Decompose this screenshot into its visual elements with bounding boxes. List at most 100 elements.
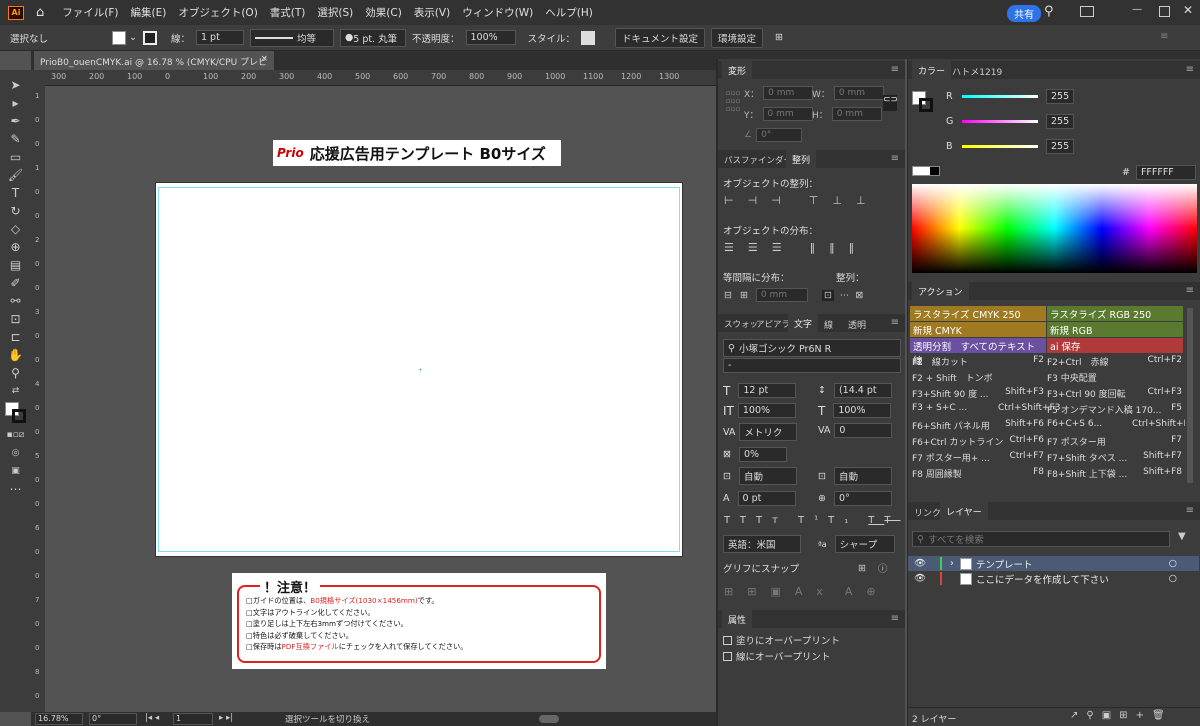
panel-menu-icon[interactable]: ≡ [1186, 285, 1194, 296]
snap-xheight-icon[interactable]: ⊞ [747, 585, 770, 598]
menu-type[interactable]: 書式(T) [270, 5, 306, 20]
vertical-scale-field[interactable]: 100% [737, 403, 796, 418]
align-left-icon[interactable]: ⊢ [724, 194, 748, 207]
w-field[interactable]: 0 mm [833, 86, 884, 100]
snap-angular-icon[interactable]: A [845, 585, 867, 598]
action-name[interactable]: F3 + S+C ... [912, 403, 967, 413]
first-page-icon[interactable]: |◂ ◂ [145, 713, 159, 723]
spacing-field[interactable]: 0 mm [755, 288, 808, 302]
x-field[interactable]: 0 mm [763, 86, 814, 100]
paintbrush-tool-icon[interactable]: 🖌 [0, 166, 31, 184]
font-family-select[interactable]: ⚲ 小塚ゴシック Pr6N R [723, 339, 901, 357]
tab-color[interactable]: カラー [912, 61, 952, 79]
screen-mode-icon[interactable]: ▣ [0, 462, 31, 480]
action-name[interactable]: F2 + Shift トンボ [912, 371, 993, 384]
new-layer-icon[interactable]: + [1136, 710, 1152, 721]
action-item[interactable]: 新規 RGB [1047, 322, 1183, 337]
align-hcenter-icon[interactable]: ⊣ [748, 194, 772, 207]
horizontal-scale-field[interactable]: 100% [833, 403, 892, 418]
kerning-field[interactable]: メトリク [739, 423, 798, 441]
tab-links[interactable]: リンク [914, 506, 941, 519]
action-item[interactable]: 新規 CMYK [910, 322, 1046, 337]
tab-actions[interactable]: アクション [912, 282, 969, 300]
menu-select[interactable]: 選択(S) [317, 5, 353, 20]
h-field[interactable]: 0 mm [831, 107, 882, 121]
arrange-icon[interactable] [1080, 6, 1094, 17]
snap-proximity-icon[interactable]: Ax [795, 585, 837, 598]
trash-icon[interactable]: 🗑 [1152, 710, 1173, 721]
layers-search-input[interactable]: ⚲ すべてを検索 [912, 531, 1170, 547]
next-page-icon[interactable]: ▸ ▸| [219, 713, 233, 723]
r-slider[interactable] [962, 95, 1038, 98]
visibility-eye-icon[interactable]: 👁 [908, 573, 932, 584]
tsume-field[interactable]: 0% [738, 447, 787, 462]
none-white-black-swatches[interactable] [912, 166, 940, 176]
new-sublayer-icon[interactable]: ⊞ [1119, 710, 1135, 721]
target-circle-icon[interactable]: ○ [1169, 573, 1177, 584]
hex-field[interactable]: FFFFFF [1135, 165, 1196, 180]
home-icon[interactable]: ⌂ [36, 5, 44, 20]
tab-appearance[interactable]: アピアラ [756, 318, 790, 330]
tab-swatch-library[interactable]: ハトメ1219 [952, 65, 1002, 78]
panel-menu-icon[interactable]: ≡ [1186, 505, 1194, 516]
distribute-hcenter-icon[interactable]: ‖ [829, 241, 849, 254]
zoom-field[interactable]: 16.78% [35, 713, 83, 725]
align-to-key-icon[interactable]: ⋯ [840, 290, 850, 301]
distribute-vspace-icon[interactable]: ⊟ [724, 290, 732, 301]
action-name[interactable]: F8+Shift 上下袋 ... [1047, 467, 1127, 480]
stroke-weight-field[interactable]: 1 pt [195, 30, 244, 45]
angle-field[interactable]: 0° [756, 128, 803, 142]
action-name[interactable]: F6+Ctrl カットライン [912, 435, 1003, 448]
tab-attributes[interactable]: 属性 [722, 610, 753, 628]
align-bottom-icon[interactable]: ⊥ [856, 194, 880, 207]
fill-overprint-checkbox[interactable] [723, 635, 732, 645]
action-item[interactable]: ラスタライズ CMYK 250 [910, 306, 1046, 321]
superscript-icon[interactable]: T¹ [798, 515, 828, 526]
zoom-tool-icon[interactable]: ⚲ [0, 364, 31, 382]
artboard[interactable]: + [155, 182, 683, 557]
gradient-tool-icon[interactable]: ▤ [0, 256, 31, 274]
action-name[interactable]: F3 中央配置 [1047, 371, 1097, 384]
uniform-profile[interactable]: 均等 [249, 28, 334, 47]
stroke-overprint-checkbox[interactable] [723, 651, 732, 661]
type-tool-icon[interactable]: T [0, 184, 31, 202]
align-to-selection-icon[interactable]: ⊡ [821, 289, 834, 301]
locate-icon[interactable]: ⚲ [1086, 710, 1101, 721]
preferences-button[interactable]: 環境設定 [711, 27, 764, 48]
action-name[interactable]: F6+C+S 6... [1047, 419, 1102, 429]
style-swatch[interactable] [581, 30, 596, 45]
tab-transform[interactable]: 変形 [722, 61, 753, 79]
g-slider[interactable] [962, 120, 1038, 123]
draw-mode-icon[interactable]: ◎ [0, 444, 31, 462]
panel-menu-icon[interactable]: ≡ [891, 317, 899, 328]
share-button[interactable]: 共有 [1007, 5, 1041, 22]
snap-anchor-icon[interactable]: ⊕ [866, 585, 889, 598]
swap-fill-stroke-icon[interactable]: ⇄ [0, 382, 31, 400]
char-rotation-field[interactable]: 0° [833, 491, 892, 506]
direct-selection-tool-icon[interactable]: ▸ [0, 94, 31, 112]
distribute-left-icon[interactable]: ‖ [810, 241, 830, 254]
color-mode-icon[interactable]: ▪▫⧄ [0, 426, 31, 444]
fill-swatch[interactable] [112, 30, 126, 45]
constrain-proportions-icon[interactable]: ⊂⊃ [883, 95, 898, 111]
actions-scrollbar[interactable] [1187, 308, 1193, 483]
blend-tool-icon[interactable]: ⚯ [0, 292, 31, 310]
action-name[interactable]: F2 線カット [912, 355, 968, 368]
underline-icon[interactable]: T [868, 515, 884, 526]
action-name[interactable]: F3+Shift 90 度 ... [912, 387, 989, 400]
eraser-tool-icon[interactable]: ◇ [0, 220, 31, 238]
panel-menu-icon[interactable]: ≡ [1186, 64, 1194, 75]
action-name[interactable]: F3+Ctrl 90 度回転 [1047, 387, 1126, 400]
menu-object[interactable]: オブジェクト(O) [178, 5, 257, 20]
action-item[interactable]: ai 保存 [1047, 338, 1183, 353]
font-style-select[interactable]: - [723, 358, 901, 373]
hand-tool-icon[interactable]: ✋ [0, 346, 31, 364]
shape-builder-tool-icon[interactable]: ⊕ [0, 238, 31, 256]
align-to-artboard-icon[interactable]: ⊠ [855, 290, 863, 301]
tracking-field[interactable]: 0 [834, 423, 893, 438]
color-fill-stroke-widget[interactable] [912, 85, 934, 112]
artboard-tool-icon[interactable]: ⊏ [0, 328, 31, 346]
distribute-vcenter-icon[interactable]: ☰ [748, 241, 772, 254]
close-icon[interactable]: ✕ [1183, 3, 1193, 17]
g-field[interactable]: 255 [1046, 114, 1074, 129]
